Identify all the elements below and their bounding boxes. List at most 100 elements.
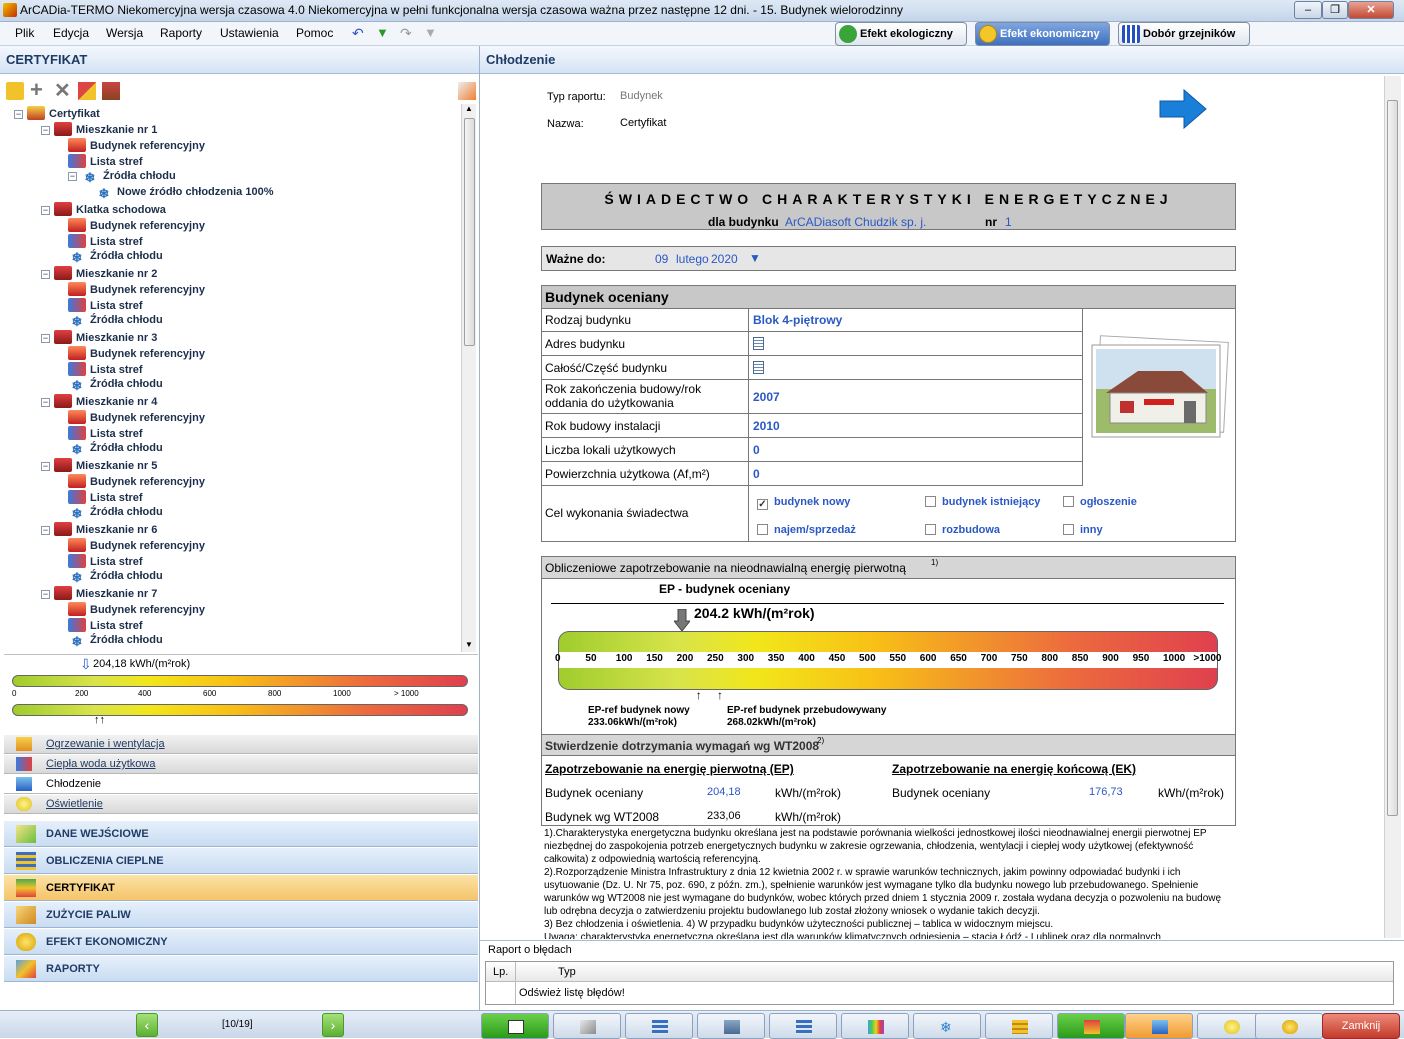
category-chlodzenie[interactable]: Chłodzenie <box>4 774 478 794</box>
row-value[interactable]: 2007 <box>749 380 1083 414</box>
tree-node-root[interactable]: − Certyfikat <box>14 106 100 122</box>
purpose-option[interactable]: ogłoszenie <box>1063 496 1137 508</box>
menu-wersja[interactable]: Wersja <box>106 26 143 40</box>
tree-scroll-thumb[interactable] <box>464 118 475 346</box>
checkbox[interactable] <box>1063 496 1074 507</box>
nav-dane-wejsciowe[interactable]: DANE WEJŚCIOWE <box>4 821 478 847</box>
collapse-toggle-icon[interactable]: − <box>41 590 50 599</box>
checkbox[interactable] <box>925 496 936 507</box>
zamknij-button[interactable]: Zamknij <box>1322 1013 1400 1039</box>
status-btn-2[interactable] <box>553 1013 621 1039</box>
nav-certyfikat[interactable]: CERTYFIKAT <box>4 875 478 901</box>
status-btn-1[interactable] <box>481 1013 549 1039</box>
nav-obliczenia-cieplne[interactable]: OBLICZENIA CIEPLNE <box>4 848 478 874</box>
valid-day[interactable]: 09 <box>655 252 668 266</box>
status-btn-10[interactable] <box>1125 1013 1193 1039</box>
dobor-grzejnikow-button[interactable]: Dobór grzejników <box>1118 22 1250 46</box>
scroll-down-icon[interactable]: ▼ <box>465 640 473 649</box>
down-arrow-icon[interactable]: ▼ <box>376 25 389 40</box>
row-value[interactable]: 2010 <box>749 414 1083 438</box>
edit-text-icon[interactable] <box>753 361 764 374</box>
tree-node-cool[interactable]: ❄ Źródła chłodu <box>68 250 163 266</box>
prev-page-button[interactable]: ‹ <box>136 1013 158 1037</box>
row-value[interactable]: 0 <box>749 438 1083 462</box>
add-icon[interactable]: + <box>30 79 48 101</box>
menu-edycja[interactable]: Edycja <box>53 26 89 40</box>
collapse-toggle-icon[interactable]: − <box>14 110 23 119</box>
copy-icon[interactable] <box>78 82 96 100</box>
checkbox[interactable] <box>1063 524 1074 535</box>
valid-month[interactable]: lutego <box>676 252 709 266</box>
tree-node-zone[interactable]: Lista stref <box>68 426 143 442</box>
tree-node-src[interactable]: ❄ Nowe źródło chłodzenia 100% <box>95 186 274 202</box>
efekt-ekologiczny-button[interactable]: Efekt ekologiczny <box>835 22 967 46</box>
status-btn-12[interactable] <box>1255 1013 1323 1039</box>
category-oswietlenie[interactable]: Oświetlenie <box>4 794 478 814</box>
tree-node-flat[interactable]: − Mieszkanie nr 7 <box>41 586 157 602</box>
collapse-toggle-icon[interactable]: − <box>68 172 77 181</box>
tree-node-zone[interactable]: Lista stref <box>68 154 143 170</box>
tree-node-cool[interactable]: ❄ Źródła chłodu <box>68 314 163 330</box>
report-scroll-thumb[interactable] <box>1387 100 1398 816</box>
date-dropdown-icon[interactable]: ▼ <box>749 251 761 265</box>
collapse-toggle-icon[interactable]: − <box>41 270 50 279</box>
tree-node-ref[interactable]: Budynek referencyjny <box>68 282 205 298</box>
checkbox[interactable] <box>925 524 936 535</box>
minimize-button[interactable]: – <box>1294 1 1322 19</box>
status-btn-6[interactable] <box>841 1013 909 1039</box>
next-page-button[interactable]: › <box>322 1013 344 1037</box>
add-folder-icon[interactable] <box>6 82 24 100</box>
tree-node-ref[interactable]: Budynek referencyjny <box>68 602 205 618</box>
menu-plik[interactable]: Plik <box>15 26 34 40</box>
tree-scrollbar[interactable]: ▲ ▼ <box>461 104 476 652</box>
purpose-option[interactable]: ✓ budynek nowy <box>757 496 850 510</box>
row-value[interactable] <box>749 356 1083 380</box>
category-ogrzewanie[interactable]: Ogrzewanie i wentylacja <box>4 734 478 754</box>
tree-node-flat[interactable]: − Klatka schodowa <box>41 202 166 218</box>
purpose-option[interactable]: najem/sprzedaż <box>757 524 856 536</box>
close-window-button[interactable]: ✕ <box>1348 1 1394 19</box>
status-btn-3[interactable] <box>625 1013 693 1039</box>
status-btn-9[interactable] <box>1057 1013 1125 1039</box>
purpose-option[interactable]: inny <box>1063 524 1103 536</box>
category-cwu[interactable]: Ciepła woda użytkowa <box>4 754 478 774</box>
tree-node-zone[interactable]: Lista stref <box>68 362 143 378</box>
tree-node-ref[interactable]: Budynek referencyjny <box>68 410 205 426</box>
collapse-toggle-icon[interactable]: − <box>41 126 50 135</box>
collapse-toggle-icon[interactable]: − <box>41 206 50 215</box>
tree-node-cool[interactable]: ❄ Źródła chłodu <box>68 634 163 650</box>
tree-node-cool[interactable]: ❄ Źródła chłodu <box>68 570 163 586</box>
tree-node-ref[interactable]: Budynek referencyjny <box>68 138 205 154</box>
refresh-errors-link[interactable]: Odśwież listę błędów! <box>519 987 625 999</box>
tree-node-zone[interactable]: Lista stref <box>68 490 143 506</box>
purpose-option[interactable]: rozbudowa <box>925 524 1000 536</box>
tree-node-flat[interactable]: − Mieszkanie nr 6 <box>41 522 157 538</box>
checkbox[interactable]: ✓ <box>757 499 768 510</box>
valid-year[interactable]: 2020 <box>711 252 738 266</box>
report-scrollbar[interactable] <box>1384 76 1401 938</box>
tree-node-flat[interactable]: − Mieszkanie nr 3 <box>41 330 157 346</box>
tree-node-flat[interactable]: − Mieszkanie nr 1 <box>41 122 157 138</box>
checkbox[interactable] <box>757 524 768 535</box>
menu-pomoc[interactable]: Pomoc <box>296 26 333 40</box>
tree-node-ref[interactable]: Budynek referencyjny <box>68 538 205 554</box>
settings-icon[interactable] <box>458 82 476 100</box>
nav-efekt-ekonomiczny[interactable]: EFEKT EKONOMICZNY <box>4 929 478 955</box>
undo-icon[interactable]: ↶ <box>352 25 364 42</box>
row-value[interactable] <box>749 332 1083 356</box>
tree-node-ref[interactable]: Budynek referencyjny <box>68 474 205 490</box>
tree-node-ref[interactable]: Budynek referencyjny <box>68 346 205 362</box>
collapse-toggle-icon[interactable]: − <box>41 398 50 407</box>
tree-node-flat[interactable]: − Mieszkanie nr 5 <box>41 458 157 474</box>
tree-node-ref[interactable]: Budynek referencyjny <box>68 218 205 234</box>
scroll-up-icon[interactable]: ▲ <box>465 104 473 113</box>
collapse-toggle-icon[interactable]: − <box>41 526 50 535</box>
collapse-toggle-icon[interactable]: − <box>41 462 50 471</box>
redo-icon[interactable]: ↷ <box>400 25 412 42</box>
nav-raporty[interactable]: RAPORTY <box>4 956 478 982</box>
tree-node-cool[interactable]: ❄ Źródła chłodu <box>68 506 163 522</box>
row-value[interactable]: 0 <box>749 462 1083 486</box>
menu-raporty[interactable]: Raporty <box>160 26 202 40</box>
status-btn-5[interactable] <box>769 1013 837 1039</box>
tree-node-zone[interactable]: Lista stref <box>68 298 143 314</box>
